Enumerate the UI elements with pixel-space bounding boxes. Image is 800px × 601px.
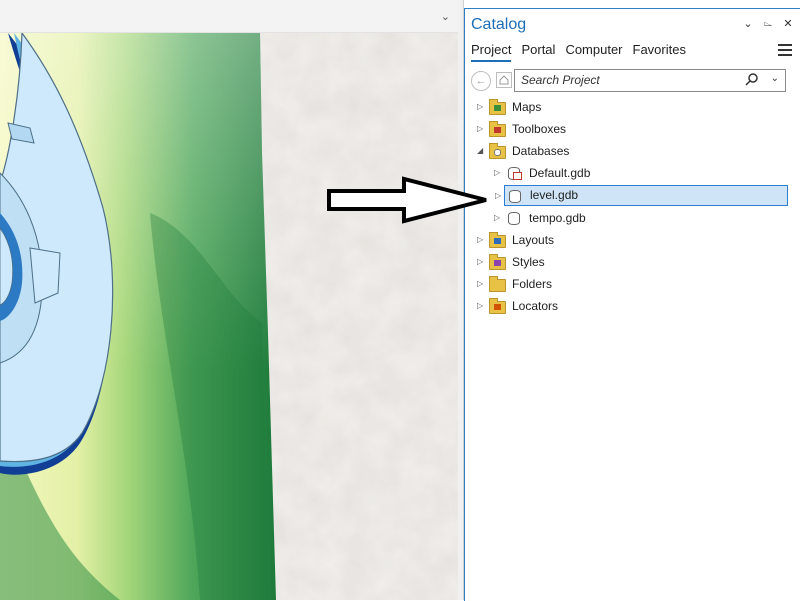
default-geodatabase-icon [506, 166, 522, 180]
maps-folder-icon [489, 99, 506, 115]
expand-triangle-icon[interactable]: ▷ [477, 97, 487, 117]
tree-item-locators[interactable]: ▷ Locators [477, 296, 777, 316]
expand-triangle-icon[interactable]: ▷ [477, 230, 487, 250]
search-scope-chevron-icon[interactable]: ⌄ [771, 73, 779, 84]
search-input[interactable] [519, 72, 743, 88]
tree-item-databases[interactable]: ◢ Databases [477, 141, 777, 161]
map-view[interactable]: ⌄ [0, 0, 458, 600]
expand-triangle-icon[interactable]: ▷ [495, 186, 505, 205]
tab-favorites[interactable]: Favorites [633, 42, 686, 62]
map-canvas[interactable] [0, 33, 458, 600]
tab-portal[interactable]: Portal [521, 42, 555, 62]
toolboxes-folder-icon [489, 121, 506, 137]
databases-folder-icon [489, 143, 506, 159]
pane-options-chevron-icon[interactable]: ⌄ [742, 17, 754, 30]
tree-item-maps[interactable]: ▷ Maps [477, 97, 777, 117]
collapse-triangle-icon[interactable]: ◢ [477, 141, 487, 161]
geodatabase-icon [506, 211, 522, 225]
geodatabase-icon [507, 189, 523, 203]
expand-triangle-icon[interactable]: ▷ [494, 163, 504, 183]
project-home-icon[interactable] [496, 72, 512, 88]
expand-triangle-icon[interactable]: ▷ [477, 296, 487, 316]
locators-folder-icon [489, 298, 506, 314]
tab-project[interactable]: Project [471, 42, 512, 62]
tree-item-styles[interactable]: ▷ Styles [477, 252, 777, 272]
expand-triangle-icon[interactable]: ▷ [477, 119, 487, 139]
catalog-pane: Catalog ⌄ ⌳ ✕ Project Portal Computer Fa… [464, 8, 800, 601]
expand-triangle-icon[interactable]: ▷ [494, 208, 504, 228]
search-box: ⌄ [514, 69, 786, 92]
close-icon[interactable]: ✕ [782, 17, 794, 30]
back-arrow-icon[interactable]: ← [471, 71, 491, 91]
tab-computer[interactable]: Computer [565, 42, 622, 62]
tree-item-toolboxes[interactable]: ▷ Toolboxes [477, 119, 777, 139]
styles-folder-icon [489, 254, 506, 270]
tree-item-layouts[interactable]: ▷ Layouts [477, 230, 777, 250]
catalog-tabs: Project Portal Computer Favorites [471, 42, 686, 62]
search-icon[interactable] [745, 72, 759, 89]
pane-window-buttons: ⌄ ⌳ ✕ [742, 17, 794, 30]
annotation-arrow-icon [327, 176, 487, 224]
expand-triangle-icon[interactable]: ▷ [477, 252, 487, 272]
tree-item-default-gdb[interactable]: ▷ Default.gdb [494, 163, 774, 183]
expand-triangle-icon[interactable]: ▷ [477, 274, 487, 294]
layouts-folder-icon [489, 232, 506, 248]
map-view-header: ⌄ [0, 0, 458, 33]
folders-folder-icon [489, 276, 506, 292]
chevron-down-icon[interactable]: ⌄ [441, 10, 450, 23]
pin-icon[interactable]: ⌳ [762, 17, 774, 30]
tree-item-level-gdb[interactable]: ▷ level.gdb [495, 185, 788, 206]
pane-title: Catalog [471, 16, 527, 33]
tree-item-tempo-gdb[interactable]: ▷ tempo.gdb [494, 208, 774, 228]
hamburger-menu-icon[interactable] [778, 44, 792, 59]
tree-item-folders[interactable]: ▷ Folders [477, 274, 777, 294]
